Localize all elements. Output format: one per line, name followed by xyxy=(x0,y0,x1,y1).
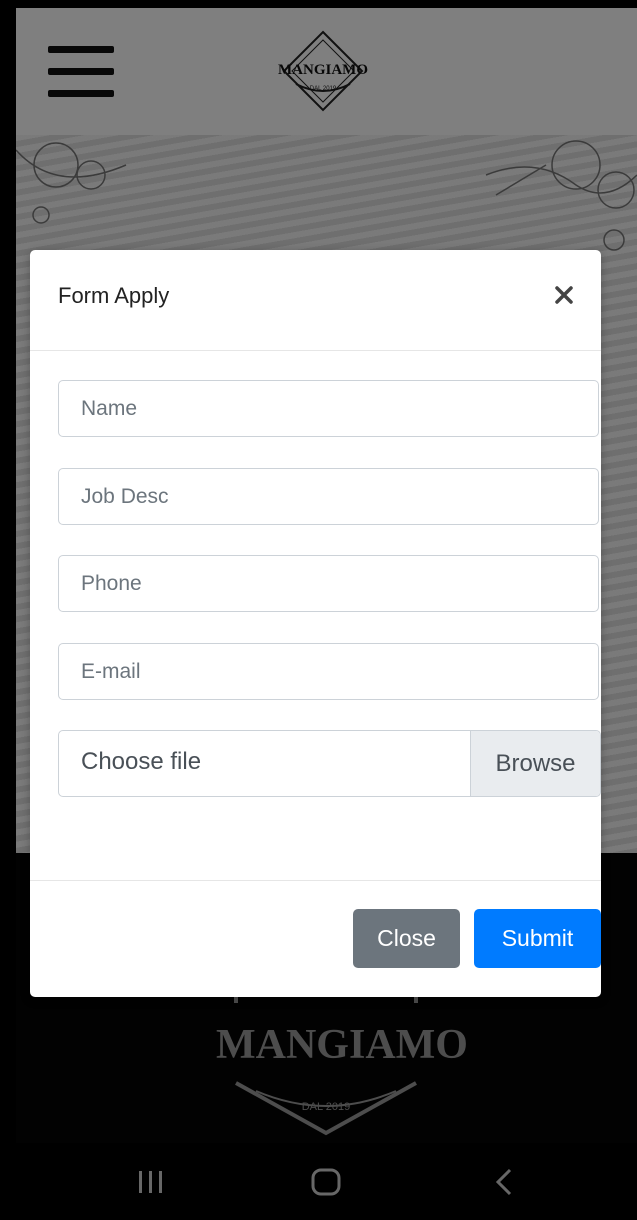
email-field[interactable] xyxy=(58,643,599,700)
browse-button[interactable]: Browse xyxy=(470,731,600,796)
modal-header: Form Apply xyxy=(30,250,601,351)
close-icon[interactable] xyxy=(553,284,575,306)
phone-field[interactable] xyxy=(58,555,599,612)
file-input[interactable]: Choose file Browse xyxy=(58,730,601,797)
name-field[interactable] xyxy=(58,380,599,437)
file-input-label: Choose file xyxy=(81,748,202,775)
close-button[interactable]: Close xyxy=(353,909,460,968)
form-apply-modal: Form Apply Choose file Browse Close Subm… xyxy=(30,250,601,997)
modal-title: Form Apply xyxy=(58,283,170,308)
modal-footer: Close Submit xyxy=(30,880,601,998)
job-desc-field[interactable] xyxy=(58,468,599,525)
submit-button[interactable]: Submit xyxy=(474,909,601,968)
